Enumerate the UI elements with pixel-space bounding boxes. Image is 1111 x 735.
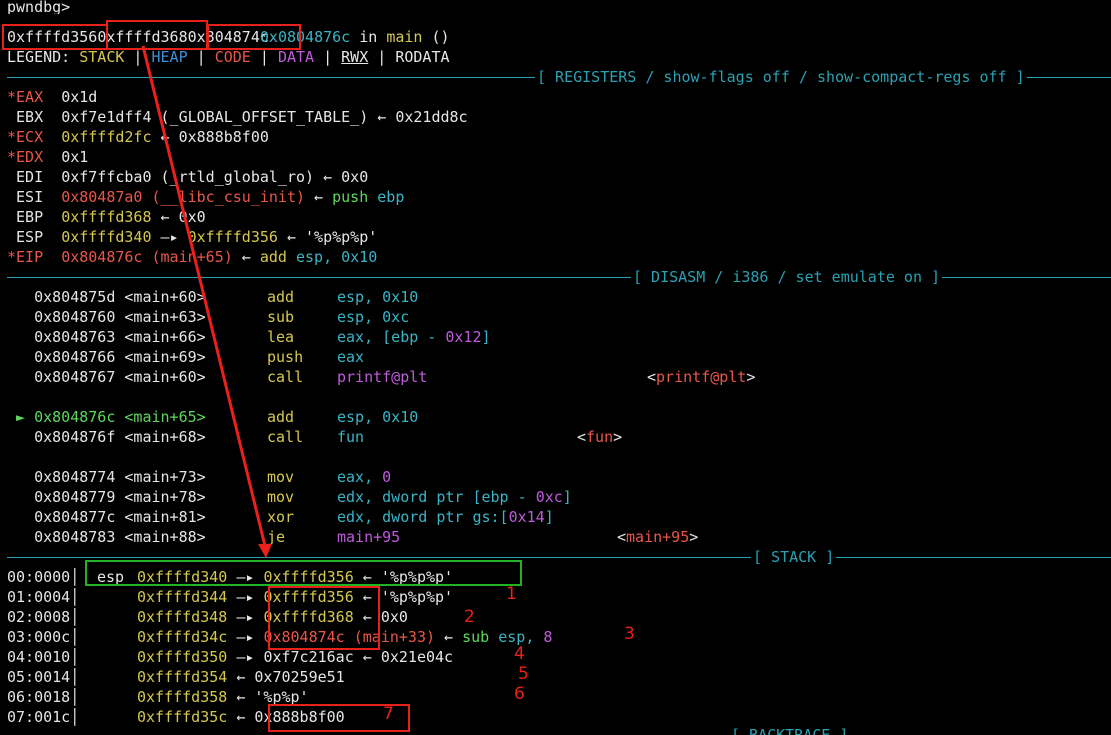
annotation-arrow: [141, 45, 272, 558]
annotation-number: 2: [464, 607, 475, 627]
annotation-number: 5: [518, 664, 529, 684]
arrow-head: [258, 544, 272, 558]
annotation-number: 4: [514, 644, 525, 664]
annotation-number: 6: [514, 684, 525, 704]
annotation-number: 1: [506, 584, 517, 604]
annotation-number: 3: [624, 624, 635, 644]
arrow-line: [141, 45, 267, 547]
annotation-number: 7: [383, 704, 394, 724]
